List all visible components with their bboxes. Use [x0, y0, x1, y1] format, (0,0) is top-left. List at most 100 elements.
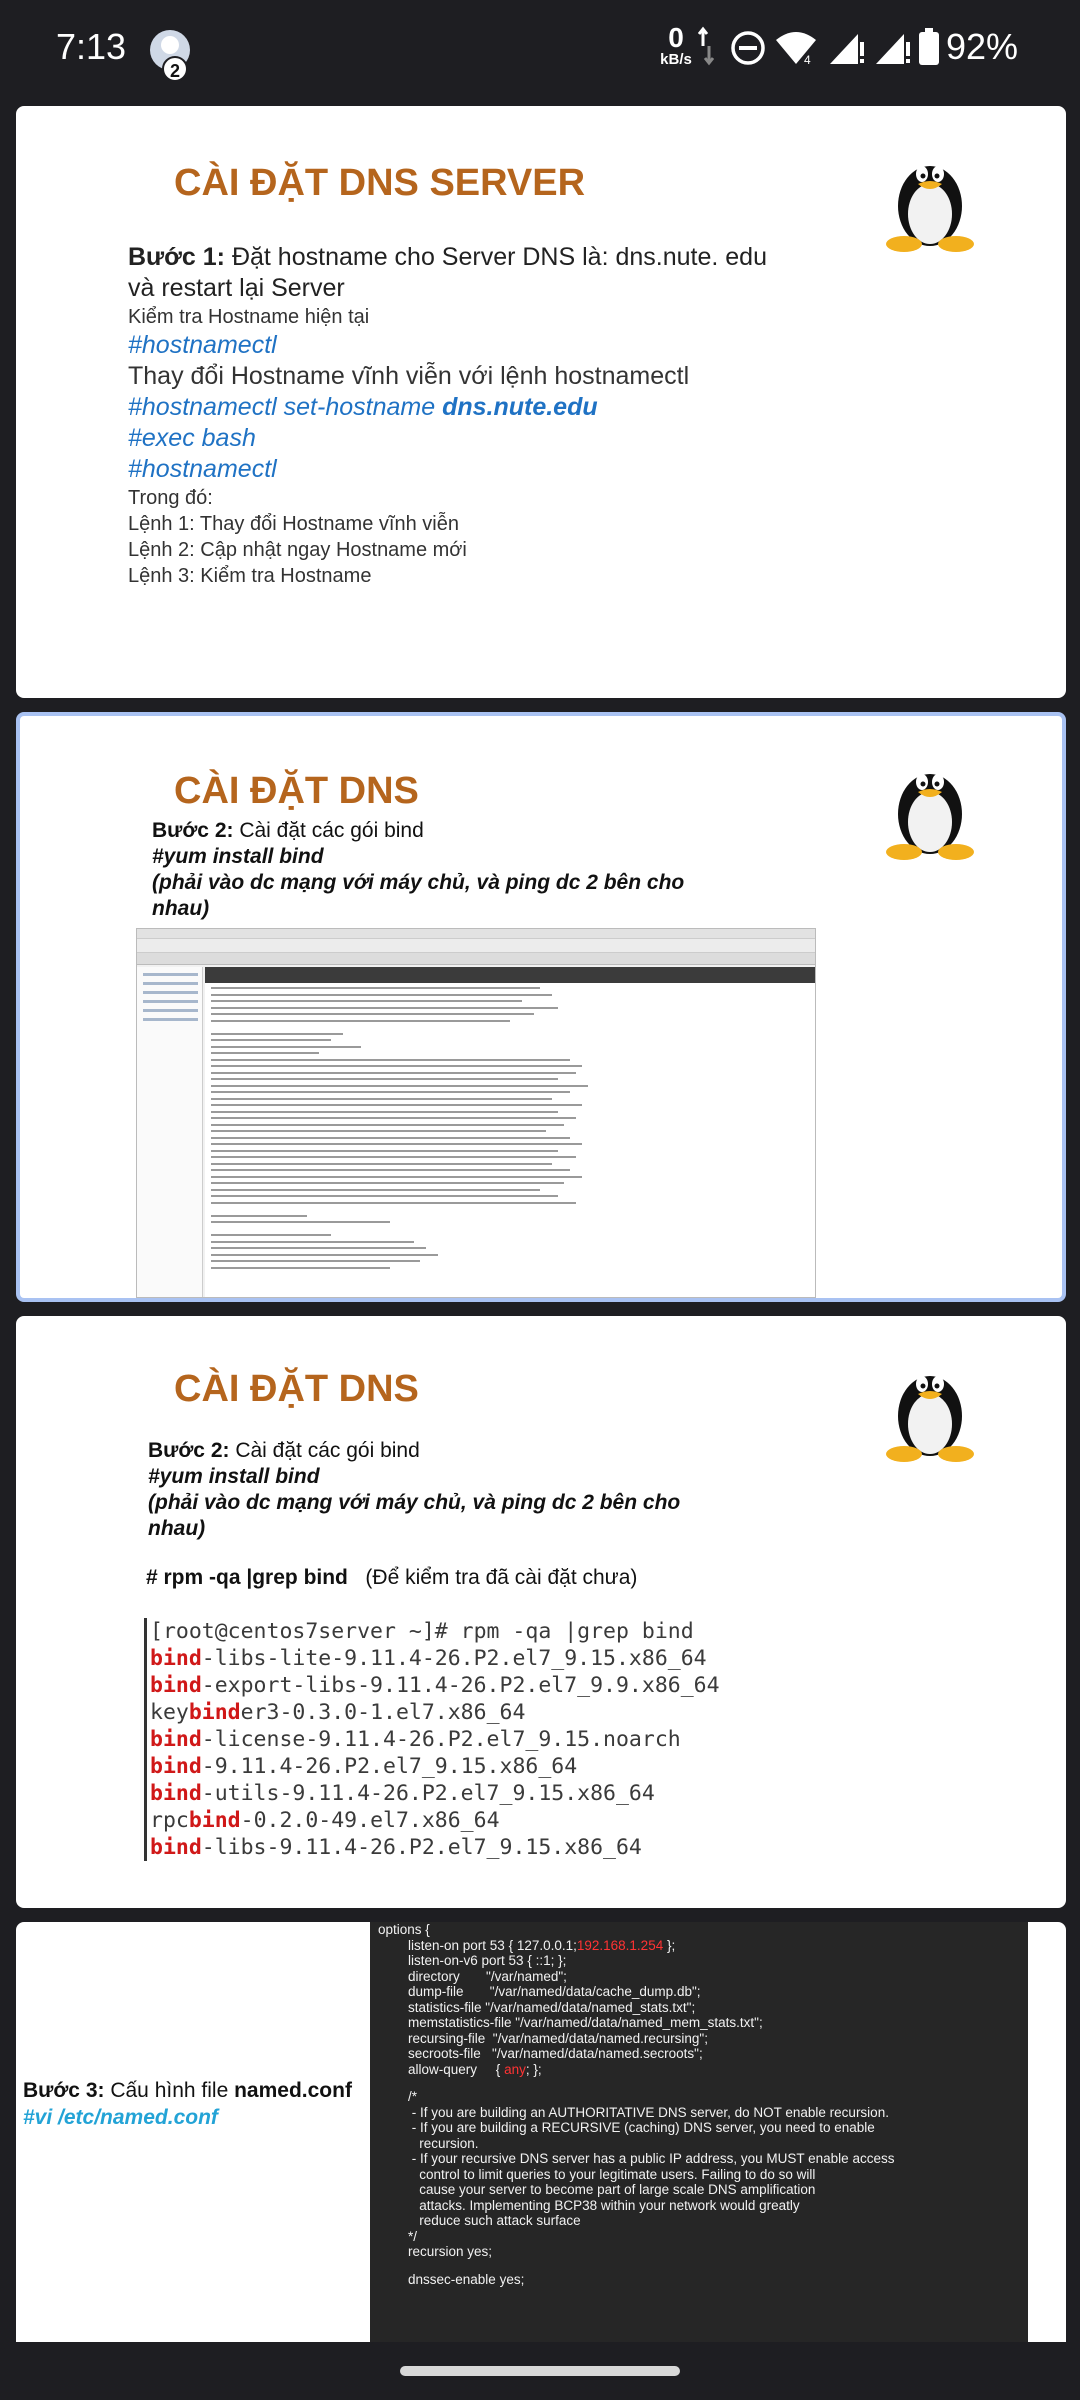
- vm-terminal-text-line: [211, 993, 552, 996]
- vm-terminal-text-line: [211, 1019, 510, 1022]
- command-line: #hostnamectl: [128, 455, 277, 483]
- named-conf-listing: options { listen-on port 53 { 127.0.0.1;…: [370, 1922, 1028, 2342]
- rpm-terminal-output: [root@centos7server ~]# rpm -qa |grep bi…: [144, 1618, 844, 1861]
- config-line: directory "/var/named";: [378, 1968, 567, 1984]
- step-1-text: Bước 1: Đặt hostname cho Server DNS là: …: [128, 242, 768, 304]
- slide-4-body: Bước 3: Cấu hình file named.conf #vi /et…: [23, 2077, 352, 2131]
- config-line: listen-on port 53 { 127.0.0.1;192.168.1.…: [378, 1937, 676, 1953]
- vm-terminal-text-line: [211, 1195, 558, 1197]
- cell-signal-2-icon: [876, 34, 910, 64]
- rpm-check-line: # rpm -qa |grep bind (Để kiểm tra đã cài…: [146, 1566, 637, 1590]
- slide-4[interactable]: Bước 3: Cấu hình file named.conf #vi /et…: [16, 1922, 1066, 2342]
- do-not-disturb-icon: [731, 31, 765, 65]
- terminal-line: keybinder3-0.3.0-1.el7.x86_64: [150, 1700, 526, 1725]
- vm-terminal-text-line: [211, 1221, 391, 1223]
- vm-terminal-text-line: [211, 1097, 552, 1100]
- hostname-value: dns.nute.edu: [442, 393, 598, 421]
- tux-penguin-icon: [886, 1376, 974, 1462]
- vm-terminal-text-line: [211, 1123, 564, 1126]
- config-line: dump-file "/var/named/data/cache_dump.db…: [378, 1984, 701, 1999]
- vm-terminal-text-line: [211, 1156, 576, 1158]
- vm-terminal-text-line: [211, 1110, 558, 1113]
- terminal-line: [root@centos7server ~]# rpm -qa |grep bi…: [150, 1619, 694, 1644]
- step-3-text: Bước 3: Cấu hình file named.conf: [23, 2077, 352, 2104]
- vm-terminal-text-line: [211, 1188, 540, 1191]
- step-label: Bước 3:: [23, 2079, 105, 2102]
- rpm-note: (Để kiểm tra đã cài đặt chưa): [365, 1566, 638, 1589]
- vm-terminal-text-line: [211, 1201, 576, 1204]
- vm-terminal-text-line: [211, 1136, 570, 1139]
- vm-terminal-text-line: [211, 1253, 439, 1256]
- note-line: Lệnh 3: Kiểm tra Hostname: [128, 565, 372, 587]
- config-file-name: named.conf: [234, 2079, 352, 2102]
- config-line: [378, 2260, 1028, 2272]
- step-label: Bước 2:: [152, 819, 234, 842]
- slide-1-body: Bước 1: Đặt hostname cho Server DNS là: …: [128, 242, 768, 589]
- vm-terminal-text-line: [211, 1162, 552, 1165]
- config-line: listen-on-v6 port 53 { ::1; };: [378, 1953, 567, 1968]
- vm-terminal-text-line: [211, 1175, 582, 1178]
- slide-1[interactable]: CÀI ĐẶT DNS SERVER Bước 1: Đặt hostname …: [16, 106, 1066, 698]
- slide-title: CÀI ĐẶT DNS SERVER: [174, 162, 586, 204]
- vm-terminal-text-line: [211, 1260, 421, 1262]
- step-2-text: Bước 2: Cài đặt các gói bind: [152, 818, 692, 844]
- vm-terminal-text-line: [211, 1149, 558, 1152]
- note-line: Trong đó:: [128, 487, 213, 509]
- check-hostname-line: Kiểm tra Hostname hiện tại: [128, 306, 370, 328]
- vm-terminal-text-line: [211, 1013, 534, 1015]
- vm-terminal-text-line: [211, 1091, 570, 1093]
- notification-count-badge: 2: [162, 56, 188, 82]
- vm-terminal-text-line: [211, 1052, 319, 1054]
- command-prefix: #hostnamectl set-hostname: [128, 393, 443, 421]
- home-gesture-bar[interactable]: [400, 2366, 680, 2376]
- step-description: Cấu hình file: [104, 2079, 235, 2102]
- config-line: reduce such attack surface: [378, 2213, 581, 2228]
- change-hostname-line: Thay đổi Hostname vĩnh viễn với lệnh hos…: [128, 362, 690, 390]
- config-line: - If you are building a RECURSIVE (cachi…: [378, 2120, 875, 2135]
- terminal-line: bind-utils-9.11.4-26.P2.el7_9.15.x86_64: [150, 1781, 655, 1806]
- tux-penguin-icon: [886, 774, 974, 860]
- vm-terminal-text-line: [211, 1214, 307, 1217]
- status-time: 7:13: [56, 26, 127, 67]
- config-line: recursing-file "/var/named/data/named.re…: [378, 2030, 708, 2046]
- vm-terminal-text-line: [211, 1039, 331, 1041]
- slide-3[interactable]: CÀI ĐẶT DNS Bước 2: Cài đặt các gói bind…: [16, 1316, 1066, 1908]
- note-line: (phải vào dc mạng với máy chủ, và ping d…: [148, 1491, 681, 1540]
- battery-icon: [919, 28, 939, 65]
- config-line: - If your recursive DNS server has a pub…: [378, 2151, 895, 2166]
- vm-terminal-text-line: [211, 1045, 361, 1048]
- vm-terminal-text-line: [211, 1065, 582, 1067]
- command-line: #yum install bind: [152, 845, 324, 868]
- vm-terminal-text-line: [211, 1266, 391, 1269]
- note-line: Lệnh 2: Cập nhật ngay Hostname mới: [128, 539, 467, 561]
- note-line: (phải vào dc mạng với máy chủ, và ping d…: [152, 871, 685, 920]
- vm-terminal-text-line: [211, 1117, 576, 1119]
- config-line: cause your server to become part of larg…: [378, 2182, 816, 2197]
- config-line: memstatistics-file "/var/named/data/name…: [378, 2015, 763, 2030]
- vm-terminal-text-line: [211, 1130, 546, 1132]
- slide-2-body: Bước 2: Cài đặt các gói bind #yum instal…: [152, 818, 692, 922]
- config-line: - If you are building an AUTHORITATIVE D…: [378, 2104, 889, 2120]
- terminal-line: bind-export-libs-9.11.4-26.P2.el7_9.9.x8…: [150, 1673, 720, 1698]
- config-line: /*: [378, 2089, 418, 2104]
- config-line: recursion yes;: [378, 2244, 493, 2259]
- config-line: options {: [378, 1922, 430, 1937]
- config-line: */: [378, 2228, 418, 2244]
- vm-terminal-text-line: [211, 1143, 582, 1145]
- terminal-line: bind-libs-lite-9.11.4-26.P2.el7_9.15.x86…: [150, 1646, 707, 1671]
- terminal-line: bind-libs-9.11.4-26.P2.el7_9.15.x86_64: [150, 1835, 642, 1860]
- step-description: Cài đặt các gói bind: [233, 819, 424, 842]
- vm-terminal-text-line: [211, 1240, 415, 1243]
- step-description: Cài đặt các gói bind: [229, 1439, 420, 1462]
- vm-terminal-text-line: [211, 1104, 582, 1106]
- terminal-line: bind-9.11.4-26.P2.el7_9.15.x86_64: [150, 1754, 578, 1779]
- wifi-icon: 4: [776, 32, 816, 66]
- vm-terminal-text-line: [211, 987, 540, 989]
- slide-title: CÀI ĐẶT DNS: [174, 770, 419, 812]
- slide-2[interactable]: CÀI ĐẶT DNS Bước 2: Cài đặt các gói bind…: [16, 712, 1066, 1302]
- config-line: statistics-file "/var/named/data/named_s…: [378, 1999, 696, 2015]
- vm-terminal-text-line: [211, 1084, 588, 1087]
- vm-terminal-text-line: [211, 1032, 343, 1035]
- step-label: Bước 1:: [128, 243, 226, 271]
- vm-terminal-text-line: [211, 1182, 564, 1184]
